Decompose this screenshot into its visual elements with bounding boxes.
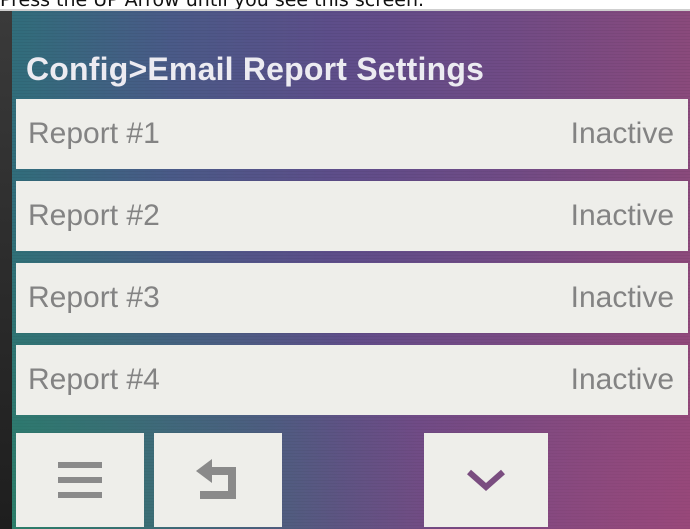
report-row-4[interactable]: Report #4 Inactive (16, 345, 688, 415)
hamburger-menu-icon (58, 462, 102, 498)
chevron-down-icon (467, 469, 505, 492)
report-status: Inactive (570, 199, 674, 232)
report-row-3[interactable]: Report #3 Inactive (16, 263, 688, 333)
scroll-down-button[interactable] (424, 433, 548, 527)
page-title: Config>Email Report Settings (26, 51, 485, 87)
back-button[interactable] (154, 433, 282, 527)
report-label: Report #1 (28, 117, 160, 150)
report-row-1[interactable]: Report #1 Inactive (16, 99, 688, 169)
menu-button[interactable] (16, 433, 144, 527)
return-arrow-icon (196, 459, 236, 499)
report-label: Report #4 (28, 363, 160, 396)
report-label: Report #3 (28, 281, 160, 314)
report-row-2[interactable]: Report #2 Inactive (16, 181, 688, 251)
device-screen: Config>Email Report Settings Report #1 I… (0, 9, 690, 529)
report-status: Inactive (570, 281, 674, 314)
screen-bezel (0, 11, 12, 529)
report-status: Inactive (570, 363, 674, 396)
report-label: Report #2 (28, 199, 160, 232)
report-status: Inactive (570, 117, 674, 150)
